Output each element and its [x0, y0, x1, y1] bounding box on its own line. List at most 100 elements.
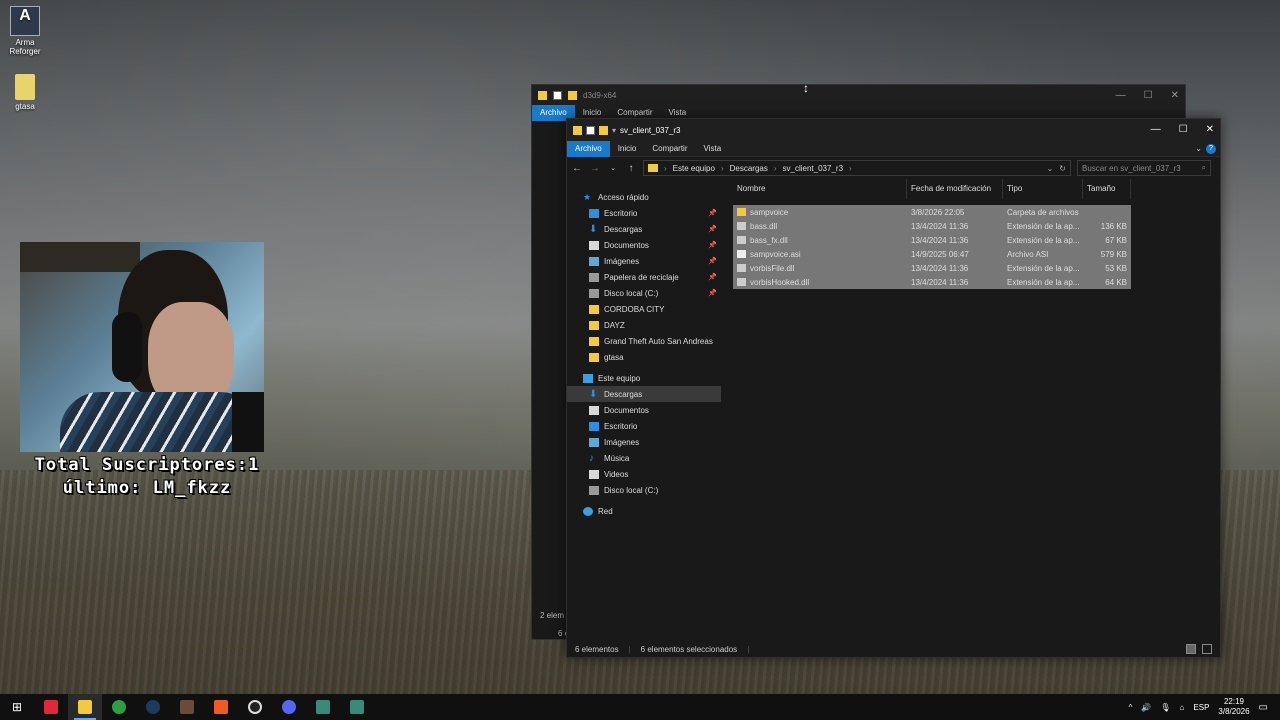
search-icon: ⌕	[1201, 163, 1206, 172]
taskbar-app-file-explorer[interactable]	[68, 694, 102, 720]
title-bar[interactable]: ▾ sv_client_037_r3 — ☐ ✕	[567, 119, 1220, 141]
table-row[interactable]: bass_fx.dll 13/4/2024 11:36 Extensión de…	[733, 233, 1131, 247]
nav-este-equipo[interactable]: Este equipo	[567, 370, 721, 386]
close-icon[interactable]: ✕	[1206, 124, 1214, 135]
table-row[interactable]: sampvoice 3/8/2026 22:05 Carpeta de arch…	[733, 205, 1131, 219]
desktop-icon-arma-reforger[interactable]: Arma Reforger	[0, 6, 50, 56]
webcam-shelf	[20, 242, 140, 272]
taskbar-app-discord[interactable]	[272, 694, 306, 720]
up-icon[interactable]: ↑	[625, 163, 637, 174]
chevron-up-icon[interactable]: ^	[1129, 703, 1133, 712]
nav-item-descargas[interactable]: ⬇ Descargas 📌	[567, 221, 721, 237]
taskbar-app-brave[interactable]	[204, 694, 238, 720]
file-date: 14/9/2025 06:47	[911, 249, 969, 259]
file-icon	[15, 74, 35, 100]
tab-vista[interactable]: Vista	[696, 141, 730, 157]
maximize-icon[interactable]: ☐	[1179, 124, 1188, 135]
desktop-icon	[589, 421, 599, 431]
taskbar-app-xbox[interactable]	[102, 694, 136, 720]
table-row[interactable]: vorbisHooked.dll 13/4/2024 11:36 Extensi…	[733, 275, 1131, 289]
search-input[interactable]: Buscar en sv_client_037_r3 ⌕	[1077, 160, 1211, 176]
nav-item-gta-sa[interactable]: Grand Theft Auto San Andreas	[567, 333, 721, 349]
ribbon-expand-icon[interactable]: ⌄	[1195, 144, 1202, 153]
maximize-icon[interactable]: ☐	[1144, 90, 1153, 101]
column-header-tamano[interactable]: Tamaño	[1083, 179, 1131, 199]
nav-pc-documentos[interactable]: Documentos	[567, 402, 721, 418]
notifications-icon[interactable]: ▭	[1259, 702, 1268, 713]
explorer-window[interactable]: ▾ sv_client_037_r3 — ☐ ✕ Archivo Inicio …	[566, 118, 1221, 658]
nav-pc-disco-local[interactable]: Disco local (C:)	[567, 482, 721, 498]
app-icon	[44, 700, 58, 714]
taskbar-app-window[interactable]	[306, 694, 340, 720]
breadcrumb-current[interactable]: sv_client_037_r3	[783, 164, 843, 173]
network-icon[interactable]: ⌂	[1180, 703, 1185, 712]
status-item-count: 6 elementos	[575, 644, 619, 654]
taskbar-app-steam[interactable]	[136, 694, 170, 720]
file-size: 136 KB	[1100, 221, 1127, 231]
file-type: Archivo ASI	[1007, 249, 1049, 259]
nav-pc-musica[interactable]: ♪ Música	[567, 450, 721, 466]
taskbar-app-window-2[interactable]	[340, 694, 374, 720]
new-folder-icon[interactable]	[568, 90, 577, 100]
nav-item-dayz[interactable]: DAYZ	[567, 317, 721, 333]
large-icons-view-icon[interactable]	[1202, 644, 1212, 654]
table-row[interactable]: bass.dll 13/4/2024 11:36 Extensión de la…	[733, 219, 1131, 233]
nav-red[interactable]: Red	[567, 503, 721, 519]
language-indicator[interactable]: ESP	[1193, 703, 1209, 712]
refresh-icon[interactable]: ↻	[1059, 164, 1066, 173]
nav-item-documentos[interactable]: Documentos 📌	[567, 237, 721, 253]
file-date: 13/4/2024 11:36	[911, 277, 969, 287]
folder-icon	[589, 320, 599, 330]
nav-item-escritorio[interactable]: Escritorio 📌	[567, 205, 721, 221]
back-icon[interactable]: ←	[571, 163, 583, 174]
nav-item-imagenes[interactable]: Imágenes 📌	[567, 253, 721, 269]
column-header-fecha[interactable]: Fecha de modificación	[907, 179, 1003, 199]
nav-pc-videos[interactable]: Videos	[567, 466, 721, 482]
taskbar-app-anydesk[interactable]	[34, 694, 68, 720]
nav-item-papelera[interactable]: Papelera de reciclaje 📌	[567, 269, 721, 285]
nav-pc-escritorio[interactable]: Escritorio	[567, 418, 721, 434]
nav-label: Imágenes	[604, 437, 640, 447]
tab-compartir[interactable]: Compartir	[644, 141, 695, 157]
address-bar[interactable]: › Este equipo › Descargas › sv_client_03…	[643, 160, 1071, 176]
folder-icon	[648, 164, 658, 172]
microphone-icon[interactable]: 🎙	[1160, 703, 1170, 712]
title-bar[interactable]: d3d9-x64 — ☐ ✕	[532, 85, 1185, 105]
table-row[interactable]: vorbisFile.dll 13/4/2024 11:36 Extensión…	[733, 261, 1131, 275]
forward-icon[interactable]: →	[589, 163, 601, 174]
nav-item-gtasa[interactable]: gtasa	[567, 349, 721, 365]
tab-archivo[interactable]: Archivo	[567, 140, 610, 157]
subscribers-total-text: Total Suscriptores:1	[34, 455, 260, 475]
desktop-icon-gtasa[interactable]: gtasa	[0, 74, 50, 111]
taskbar-app-game[interactable]	[170, 694, 204, 720]
xbox-icon	[112, 700, 126, 714]
breadcrumb-este-equipo[interactable]: Este equipo	[673, 164, 715, 173]
speaker-icon[interactable]: 🔊	[1141, 703, 1151, 712]
nav-item-disco-local[interactable]: Disco local (C:) 📌	[567, 285, 721, 301]
tab-inicio[interactable]: Inicio	[610, 141, 645, 157]
properties-icon[interactable]	[586, 125, 595, 135]
column-header-nombre[interactable]: Nombre	[733, 179, 907, 199]
clock[interactable]: 22:19 3/8/2026	[1218, 697, 1249, 717]
minimize-icon[interactable]: —	[1151, 124, 1161, 135]
quick-access-dropdown-icon[interactable]: ▾	[612, 126, 616, 135]
breadcrumb-descargas[interactable]: Descargas	[730, 164, 768, 173]
recent-dropdown-icon[interactable]: ⌄	[607, 164, 619, 172]
taskbar-app-obs[interactable]	[238, 694, 272, 720]
nav-pc-imagenes[interactable]: Imágenes	[567, 434, 721, 450]
file-rows: sampvoice 3/8/2026 22:05 Carpeta de arch…	[733, 205, 1220, 289]
nav-quick-access[interactable]: ★ Acceso rápido	[567, 189, 721, 205]
properties-icon[interactable]	[553, 90, 562, 100]
minimize-icon[interactable]: —	[1116, 90, 1126, 101]
close-icon[interactable]: ✕	[1171, 90, 1179, 101]
nav-item-cordoba-city[interactable]: CORDOBA CITY	[567, 301, 721, 317]
nav-pc-descargas[interactable]: ⬇ Descargas	[567, 386, 721, 402]
details-view-icon[interactable]	[1186, 644, 1196, 654]
column-header-tipo[interactable]: Tipo	[1003, 179, 1083, 199]
address-dropdown-icon[interactable]: ⌄	[1047, 164, 1054, 173]
table-row[interactable]: sampvoice.asi 14/9/2025 06:47 Archivo AS…	[733, 247, 1131, 261]
start-button[interactable]: ⊞	[0, 694, 34, 720]
file-type: Extensión de la ap...	[1007, 221, 1080, 231]
new-folder-icon[interactable]	[599, 125, 608, 135]
help-icon[interactable]: ?	[1206, 143, 1216, 154]
